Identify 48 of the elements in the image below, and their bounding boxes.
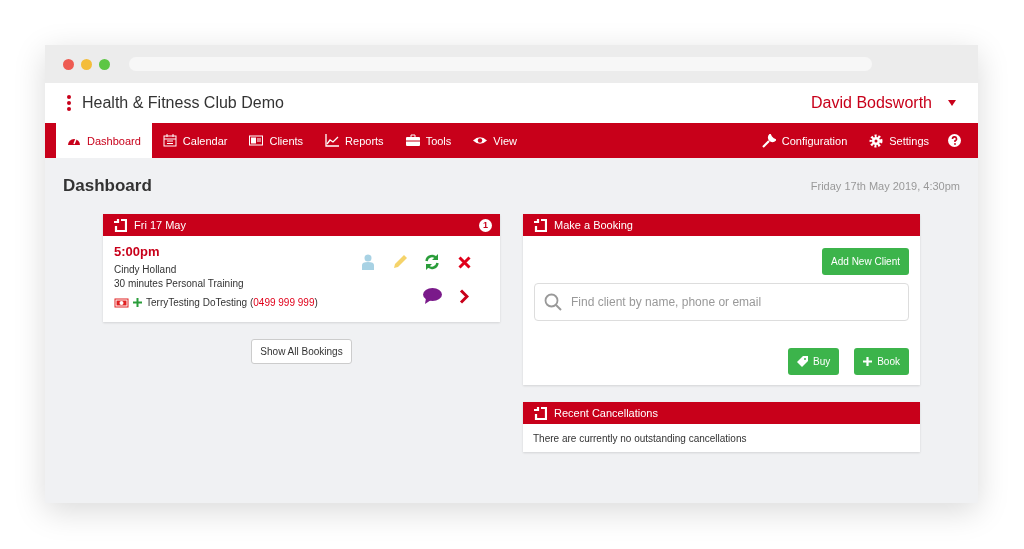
maximize-dot[interactable] [99,58,110,70]
chevron-right-icon[interactable] [459,288,469,304]
client-name: Cindy Holland [114,263,178,277]
cash-icon [114,297,129,308]
phone-link[interactable]: 0499 999 999 [253,297,315,308]
refresh-icon[interactable] [424,254,440,270]
nav-tab[interactable]: Tools [394,123,463,158]
line-chart-icon [325,134,340,147]
wrench-icon [761,133,776,148]
panel-title: Recent Cancellations [554,407,658,419]
user-menu[interactable]: David Bodsworth [811,94,932,112]
minimize-dot[interactable] [81,58,92,70]
logo-icon [113,218,127,232]
caret-icon[interactable] [948,100,956,106]
logo-icon [533,406,547,420]
service-name: 30 minutes Personal Training [114,277,245,291]
tag-icon [796,356,808,367]
nav-link[interactable]: Configuration [750,123,859,158]
app-title: Health & Fitness Club Demo [82,94,284,112]
nav-link[interactable]: Settings [858,123,940,158]
panel-title: Make a Booking [554,219,633,231]
nav-tab[interactable]: Dashboard [56,123,152,158]
menu-icon[interactable] [66,95,72,111]
nav-tab[interactable]: View [462,123,528,158]
settings-icon [869,133,884,148]
empty-message: There are currently no outstanding cancellations [532,432,748,446]
page-title: Dashboard [63,176,152,196]
show-all-bookings-button[interactable]: Show All Bookings [251,339,352,364]
close-icon[interactable] [457,255,471,269]
contact-text: TerryTesting DoTesting (0499 999 999) [146,297,318,308]
toolbox-icon [405,134,420,147]
booking-time: 5:00pm [114,244,161,259]
plus-icon [863,357,873,366]
close-dot[interactable] [63,58,74,70]
calendar-icon [162,134,177,147]
id-card-icon [249,134,264,147]
nav-tab[interactable]: Calendar [151,123,239,158]
speech-bubble-icon[interactable] [422,288,442,304]
nav-tab[interactable]: Clients [238,123,315,158]
current-date: Friday 17th May 2019, 4:30pm [810,180,960,192]
nav-tab[interactable]: Reports [314,123,395,158]
help-icon[interactable] [948,134,961,147]
eye-icon [473,134,488,147]
panel-title: Fri 17 May [134,219,186,231]
booking-count: 1 [479,218,492,232]
search-field[interactable]: Find client by name, phone or email [534,283,909,321]
logo-icon [533,218,547,232]
plus-icon [133,298,142,307]
